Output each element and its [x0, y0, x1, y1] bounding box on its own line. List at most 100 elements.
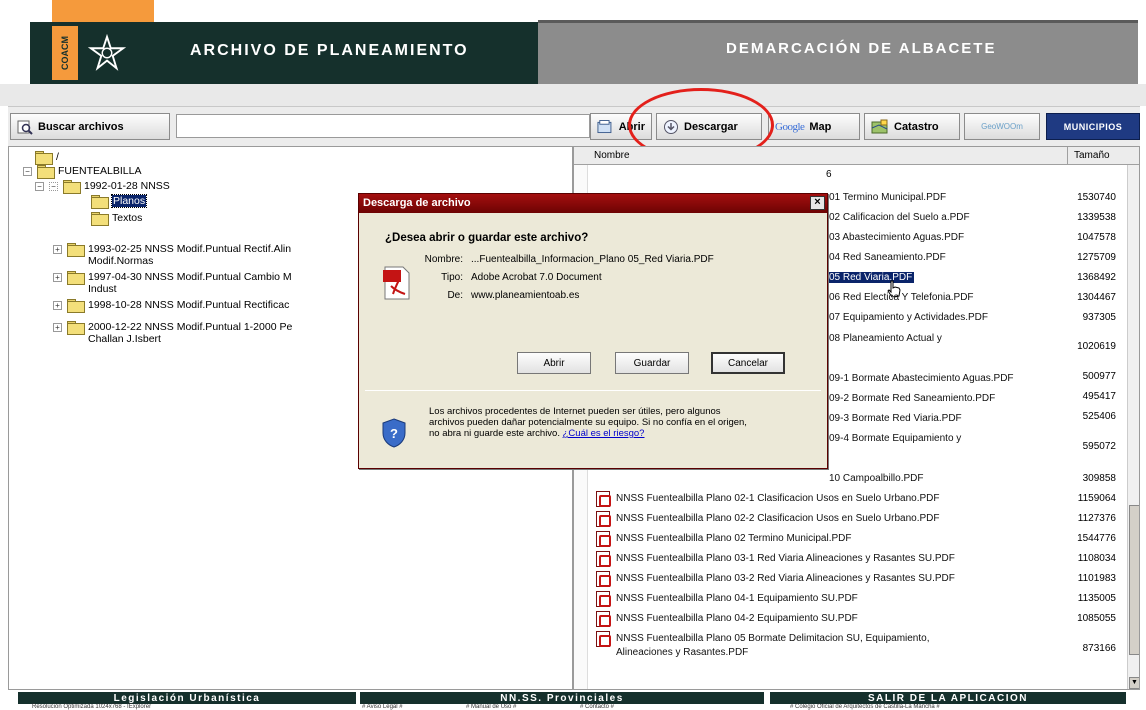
google-map-label: Map	[809, 120, 832, 133]
list-item[interactable]: NNSS Fuentealbilla Plano 02-1 Clasificac…	[616, 493, 940, 504]
tree-node-modif-1993[interactable]: + 1993-02-25 NNSS Modif.Puntual Rectif.A…	[53, 243, 291, 267]
footer-manual-link[interactable]: # Manual de Uso #	[466, 704, 516, 710]
column-header-size[interactable]: Tamaño	[1067, 147, 1139, 165]
expand-icon[interactable]: +	[53, 323, 62, 332]
list-item[interactable]: 04 Red Saneamiento.PDF	[829, 252, 946, 263]
folder-open-icon	[63, 180, 81, 194]
dialog-save-button[interactable]: Guardar	[615, 352, 689, 374]
file-size: 1304467	[1077, 292, 1116, 303]
footer-contact-link[interactable]: # Contacto #	[580, 704, 614, 710]
header-separator	[0, 84, 1146, 106]
pdf-file-icon	[596, 531, 611, 547]
search-input[interactable]	[176, 114, 590, 138]
list-item[interactable]: 08 Planeamiento Actual y	[829, 333, 942, 344]
footer-tab-nnss[interactable]: NN.SS. Provinciales	[360, 692, 764, 704]
file-name-label: Nombre:	[424, 254, 463, 265]
file-size: 525406	[1082, 411, 1116, 422]
expand-icon[interactable]: +	[53, 245, 62, 254]
dialog-title: Descarga de archivo	[363, 197, 471, 209]
tree-node-label-selected: Planos	[110, 194, 148, 208]
dialog-cancel-button[interactable]: Cancelar	[711, 352, 785, 374]
tree-node-label: 2000-12-22 NNSS Modif.Puntual 1-2000 Pe	[88, 321, 293, 333]
scrollbar-thumb[interactable]	[1129, 505, 1139, 655]
footer-tab-exit[interactable]: SALIR DE LA APLICACION	[770, 692, 1126, 704]
list-item[interactable]: 06 Red Electica Y Telefonia.PDF	[829, 292, 974, 303]
list-item[interactable]: NNSS Fuentealbilla Plano 03-2 Red Viaria…	[616, 573, 955, 584]
list-item[interactable]: NNSS Fuentealbilla Plano 04-2 Equipamien…	[616, 613, 858, 624]
search-files-label: Buscar archivos	[38, 120, 124, 133]
tree-node-nnss-1992[interactable]: − − 1992-01-28 NNSS	[35, 180, 170, 194]
vertical-scrollbar[interactable]: ▼	[1127, 165, 1139, 689]
collapse-icon[interactable]: −	[35, 182, 44, 191]
file-size: 1135005	[1077, 593, 1116, 604]
open-label: Abrir	[618, 120, 645, 133]
list-item[interactable]: NNSS Fuentealbilla Plano 02-2 Clasificac…	[616, 513, 940, 524]
dialog-open-button[interactable]: Abrir	[517, 352, 591, 374]
expand-icon[interactable]: +	[53, 301, 62, 310]
column-header-name[interactable]: Nombre	[594, 150, 630, 161]
dialog-separator	[365, 390, 821, 391]
dialog-titlebar: Descarga de archivo ×	[359, 194, 827, 213]
tree-node-planos[interactable]: Planos	[91, 194, 148, 209]
list-item[interactable]: 09-2 Bormate Red Saneamiento.PDF	[829, 393, 995, 404]
tree-node-label-cont: Challan J.Isbert	[88, 333, 161, 345]
expand-icon[interactable]: +	[53, 273, 62, 282]
file-size: 1275709	[1077, 252, 1116, 263]
list-item[interactable]: NNSS Fuentealbilla Plano 05 Bormate Deli…	[616, 633, 930, 644]
tree-node-modif-1997[interactable]: + 1997-04-30 NNSS Modif.Puntual Cambio M…	[53, 271, 292, 295]
geoweb-button[interactable]: GeoWOOm	[964, 113, 1040, 140]
list-item-cont: Alineaciones y Rasantes.PDF	[616, 647, 749, 658]
tree-node-label: Textos	[112, 212, 143, 224]
list-item[interactable]: 09-1 Bormate Abastecimiento Aguas.PDF	[829, 373, 1014, 384]
app-title: ARCHIVO DE PLANEAMIENTO	[190, 42, 469, 59]
file-source-value: www.planeamientoab.es	[471, 290, 580, 301]
list-item[interactable]: 03 Abastecimiento Aguas.PDF	[829, 232, 964, 243]
tree-node-label: FUENTEALBILLA	[58, 165, 142, 177]
footer-college-link[interactable]: # Colegio Oficial de Arquitectos de Cast…	[790, 704, 940, 710]
file-size: 1159064	[1077, 493, 1116, 504]
risk-info-link[interactable]: ¿Cuál es el riesgo?	[563, 428, 645, 439]
download-button[interactable]: Descargar	[656, 113, 762, 140]
tree-node-modif-2000[interactable]: + 2000-12-22 NNSS Modif.Puntual 1-2000 P…	[53, 321, 292, 345]
open-button[interactable]: Abrir	[590, 113, 652, 140]
folder-icon	[67, 299, 85, 313]
download-icon	[664, 119, 678, 134]
footer-tab-legislation[interactable]: Legislación Urbanística	[18, 692, 356, 704]
dialog-question: ¿Desea abrir o guardar este archivo?	[385, 232, 589, 244]
folder-icon	[67, 243, 85, 257]
download-label: Descargar	[684, 120, 738, 133]
list-item[interactable]: NNSS Fuentealbilla Plano 02 Termino Muni…	[616, 533, 851, 544]
file-size: 495417	[1082, 391, 1116, 402]
download-dialog: Descarga de archivo × ¿Desea abrir o gua…	[358, 193, 828, 469]
collapse-icon[interactable]: −	[49, 182, 58, 191]
file-size: 1544776	[1077, 533, 1116, 544]
footer-legal-link[interactable]: # Aviso Legal #	[362, 704, 403, 710]
list-item[interactable]: NNSS Fuentealbilla Plano 04-1 Equipamien…	[616, 593, 858, 604]
list-item[interactable]: 01 Termino Municipal.PDF	[829, 192, 946, 203]
list-item[interactable]: 07 Equipamiento y Actividades.PDF	[829, 312, 988, 323]
search-files-button[interactable]: Buscar archivos	[10, 113, 170, 140]
list-item[interactable]: 10 Campoalbillo.PDF	[829, 473, 924, 484]
list-item[interactable]: NNSS Fuentealbilla Plano 03-1 Red Viaria…	[616, 553, 955, 564]
cadastre-button[interactable]: Catastro	[864, 113, 960, 140]
pdf-file-icon	[596, 611, 611, 627]
tree-node-municipality[interactable]: − FUENTEALBILLA	[23, 165, 142, 179]
open-folder-icon	[597, 119, 612, 133]
file-type-label: Tipo:	[441, 272, 463, 283]
collapse-icon[interactable]: −	[23, 167, 32, 176]
tree-root[interactable]: /	[35, 151, 59, 165]
list-item[interactable]: 09-4 Bormate Equipamiento y	[829, 433, 961, 444]
scroll-down-arrow-icon[interactable]: ▼	[1129, 677, 1139, 689]
tree-node-modif-1998[interactable]: + 1998-10-28 NNSS Modif.Puntual Rectific…	[53, 299, 289, 313]
municipalities-button[interactable]: MUNICIPIOS	[1046, 113, 1140, 140]
pdf-file-icon	[596, 591, 611, 607]
folder-icon	[67, 321, 85, 335]
google-map-button[interactable]: Google Map	[768, 113, 860, 140]
list-item[interactable]: 09-3 Bormate Red Viaria.PDF	[829, 413, 962, 424]
folder-icon	[67, 271, 85, 285]
list-item[interactable]: 02 Calificacion del Suelo a.PDF	[829, 212, 970, 223]
close-icon[interactable]: ×	[810, 196, 825, 210]
svg-text:?: ?	[390, 426, 398, 441]
tree-node-textos[interactable]: Textos	[91, 212, 143, 226]
folder-open-icon	[37, 165, 55, 179]
